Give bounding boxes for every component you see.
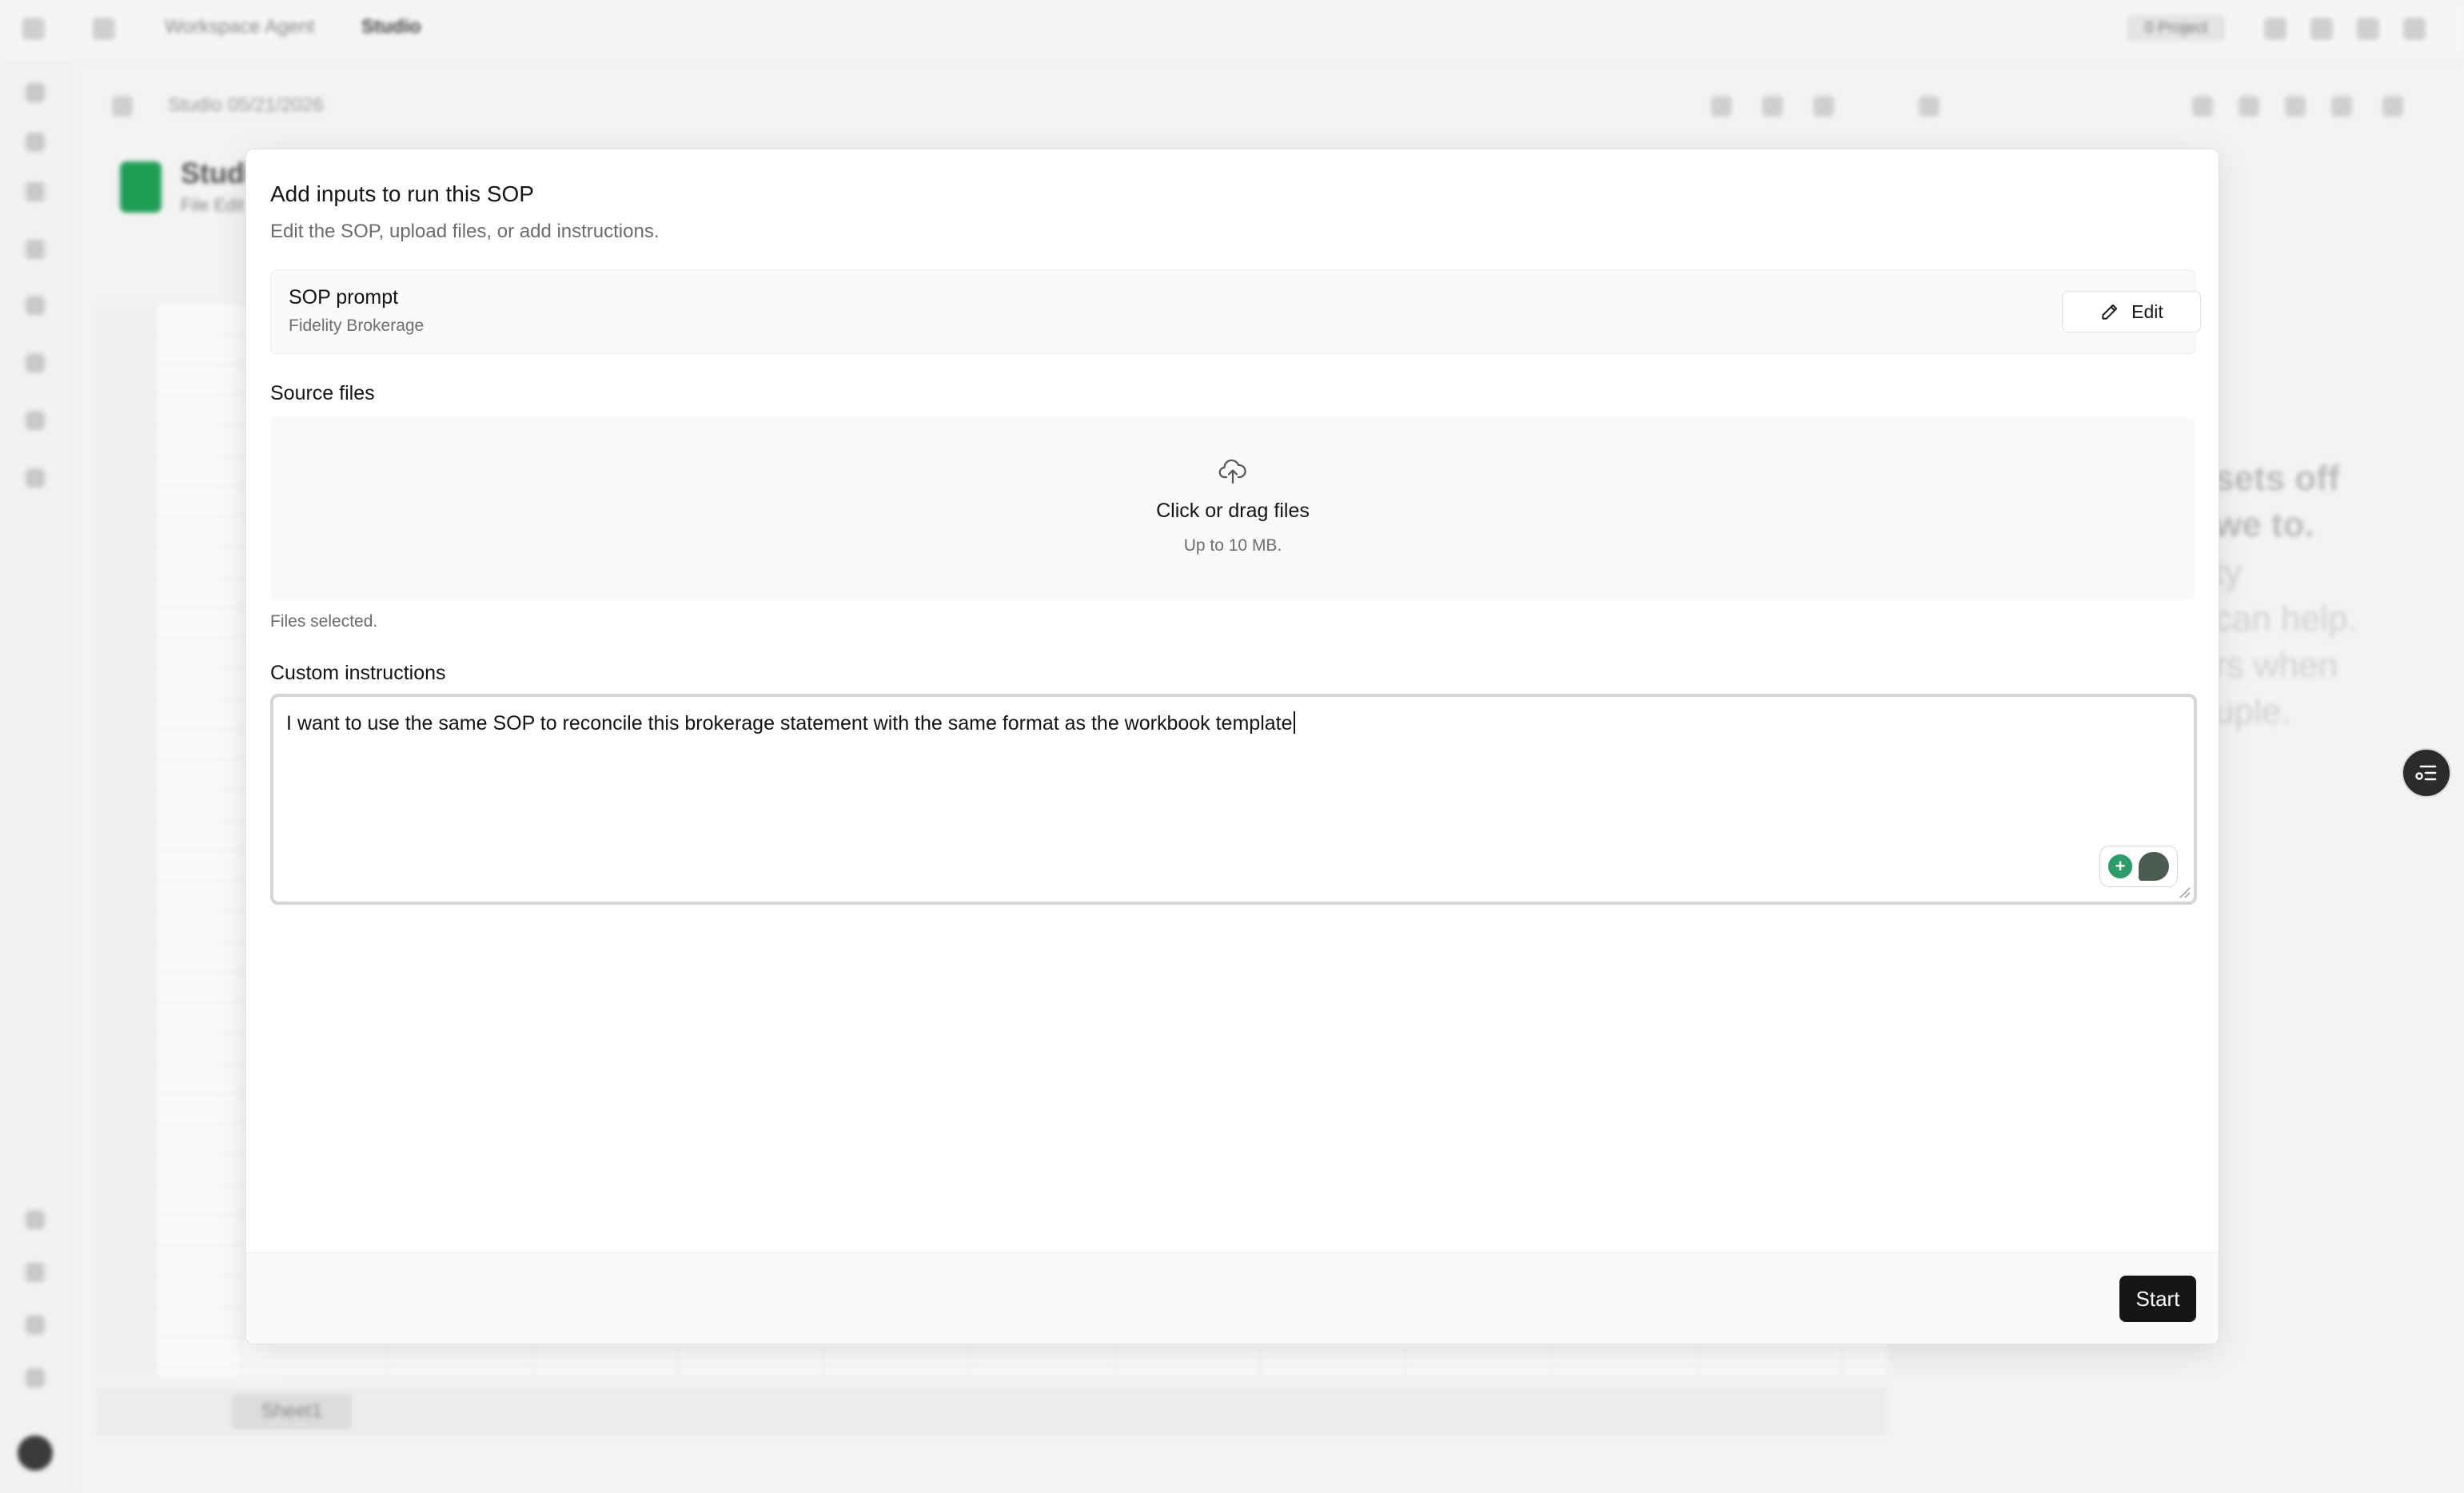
sheet-menu[interactable]: File Edit xyxy=(181,195,244,216)
dropzone-title: Click or drag files xyxy=(1156,500,1310,522)
spreadsheet-icon xyxy=(120,161,161,213)
grammar-assistant-widget[interactable]: + xyxy=(2099,846,2178,887)
custom-instructions-text: I want to use the same SOP to reconcile … xyxy=(286,711,1295,735)
rail-icon-10[interactable] xyxy=(26,1263,45,1282)
rail-icon-3[interactable] xyxy=(26,182,45,201)
toolbar-icon-1[interactable] xyxy=(2264,18,2287,40)
doc-icon xyxy=(112,96,133,117)
user-avatar[interactable] xyxy=(18,1435,53,1471)
sheet-tab[interactable]: Sheet1 xyxy=(232,1394,352,1429)
rail-icon-1[interactable] xyxy=(26,83,45,102)
rail-icon-7[interactable] xyxy=(26,411,45,430)
rail-icon-12[interactable] xyxy=(26,1368,45,1387)
sop-prompt-label: SOP prompt xyxy=(289,286,399,309)
panel-tool-icon-1[interactable] xyxy=(2192,96,2213,117)
rail-icon-2[interactable] xyxy=(26,133,45,152)
dialog-subtitle: Edit the SOP, upload files, or add instr… xyxy=(270,221,660,242)
grammar-check-icon[interactable]: + xyxy=(2108,854,2132,878)
assistant-toggle-button[interactable] xyxy=(2402,748,2451,798)
edit-button-label: Edit xyxy=(2131,301,2163,322)
toolbar-icon-3[interactable] xyxy=(2357,18,2379,40)
dialog-title: Add inputs to run this SOP xyxy=(270,181,534,206)
rail-icon-9[interactable] xyxy=(26,1210,45,1229)
rail-icon-11[interactable] xyxy=(26,1316,45,1335)
panel-tool-icon-3[interactable] xyxy=(2285,96,2306,117)
breadcrumb-studio: Studio xyxy=(361,16,421,38)
doc-tool-icon-2[interactable] xyxy=(1762,96,1783,117)
dialog-footer: Start xyxy=(246,1252,2219,1344)
doc-tool-icon-1[interactable] xyxy=(1711,96,1732,117)
top-bar: Workspace Agent Studio 0 Project xyxy=(0,0,2464,60)
home-icon[interactable] xyxy=(93,18,115,40)
rail-icon-6[interactable] xyxy=(26,353,45,372)
left-rail xyxy=(0,59,73,1493)
sop-prompt-card: SOP prompt Fidelity Brokerage Edit xyxy=(270,269,2201,354)
upload-cloud-icon xyxy=(1218,459,1246,484)
rail-icon-4[interactable] xyxy=(26,240,45,259)
edit-sop-button[interactable]: Edit xyxy=(2062,291,2201,332)
pencil-icon xyxy=(2102,304,2118,320)
sop-prompt-value: Fidelity Brokerage xyxy=(289,317,425,335)
rail-icon-8[interactable] xyxy=(26,468,45,488)
file-dropzone[interactable]: Click or drag files Up to 10 MB. xyxy=(270,416,2195,600)
chat-bubble-icon[interactable] xyxy=(2139,852,2169,881)
panel-tool-icon-5[interactable] xyxy=(2382,96,2403,117)
text-caret xyxy=(1293,711,1295,734)
assistant-panel-heading: sets off we to. xyxy=(2215,459,2340,544)
panel-tool-icon-2[interactable] xyxy=(2239,96,2259,117)
custom-instructions-label: Custom instructions xyxy=(270,662,446,684)
run-sop-dialog: Add inputs to run this SOP Edit the SOP,… xyxy=(245,149,2219,1344)
resize-handle-icon[interactable] xyxy=(2178,886,2191,898)
assistant-toggle-icon xyxy=(2415,765,2437,781)
doc-tool-icon-4[interactable] xyxy=(1919,96,1940,117)
toolbar-icon-4[interactable] xyxy=(2403,18,2426,40)
start-button[interactable]: Start xyxy=(2119,1276,2196,1322)
sheet-tab-bar xyxy=(96,1387,1887,1435)
project-pill[interactable]: 0 Project xyxy=(2127,14,2226,42)
custom-instructions-textarea[interactable]: I want to use the same SOP to reconcile … xyxy=(270,694,2197,905)
panel-tool-icon-4[interactable] xyxy=(2331,96,2352,117)
toolbar-icon-2[interactable] xyxy=(2310,18,2333,40)
dropzone-size-limit: Up to 10 MB. xyxy=(1183,536,1282,555)
source-files-label: Source files xyxy=(270,382,375,404)
assistant-panel-body: ty can help. rs when uple. xyxy=(2215,553,2358,731)
row-headers xyxy=(96,304,156,1375)
breadcrumb-workspace[interactable]: Workspace Agent xyxy=(165,16,315,38)
document-title: Studio 05/21/2026 xyxy=(168,94,324,116)
files-selected-status: Files selected. xyxy=(270,612,378,631)
sidebar-toggle-icon[interactable] xyxy=(22,18,45,40)
rail-icon-5[interactable] xyxy=(26,296,45,315)
doc-tool-icon-3[interactable] xyxy=(1813,96,1834,117)
